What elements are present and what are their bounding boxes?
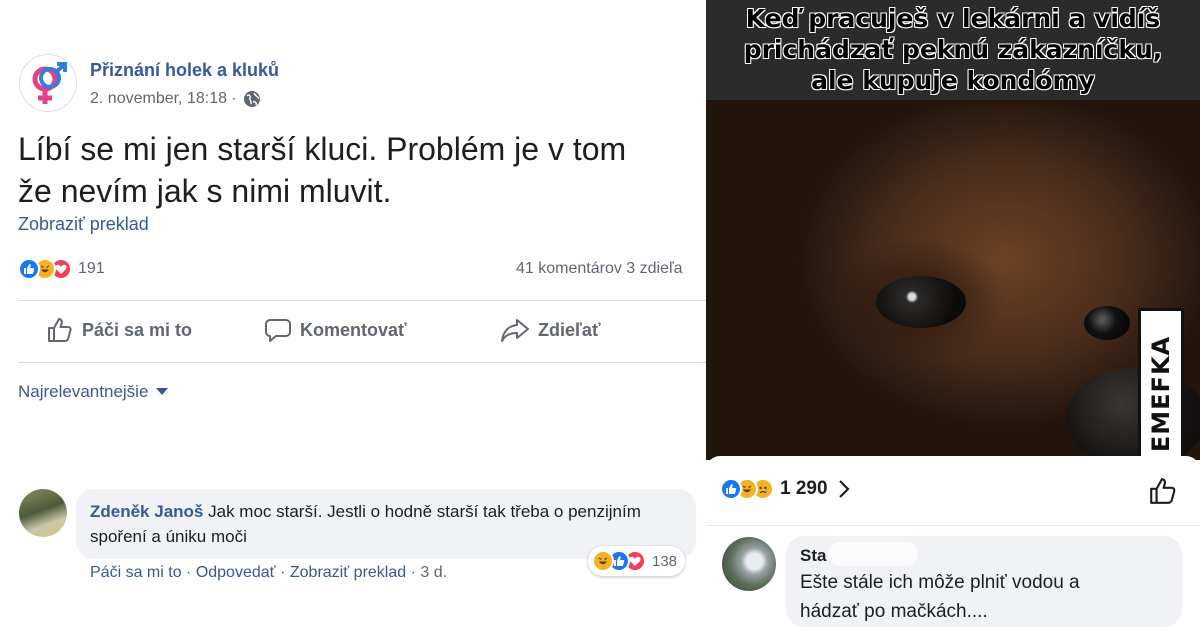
meme-reactions-count: 1 290 (780, 478, 828, 499)
comment-icon (265, 319, 291, 342)
meme-reactions[interactable]: 1 290 (720, 478, 850, 500)
post-text: Líbí se mi jen starší kluci. Problém je … (18, 128, 706, 212)
chevron-right-icon[interactable] (838, 479, 850, 499)
like-reaction-icon (18, 258, 40, 280)
like-button-label: Páči sa mi to (82, 319, 193, 340)
dog-eye (876, 276, 966, 328)
meme-caption-line: prichádzať peknú zákazníčku, (743, 35, 1163, 64)
haha-reaction-icon (592, 550, 614, 572)
comment-button[interactable]: Komentovať (264, 316, 407, 344)
meme-caption-line: ale kupuje kondómy (811, 66, 1095, 95)
share-button[interactable]: Zdieľať (500, 316, 601, 344)
post-reactions[interactable]: 191 (18, 258, 105, 280)
comment-translate-link[interactable]: Zobraziť preklad (290, 564, 406, 581)
globe-icon (243, 91, 260, 107)
see-translation-link[interactable]: Zobraziť preklad (18, 214, 149, 235)
reply-text-line: hádzať po mačkách.... (800, 601, 988, 622)
comment-button-label: Komentovať (300, 319, 407, 340)
watermark-text: EMEFKA (1147, 335, 1175, 453)
reply-bubble: Sta Ešte stále ich môže plniť vodou a há… (786, 536, 1182, 627)
comment-reactions-count: 138 (652, 552, 678, 570)
page-avatar[interactable] (19, 54, 77, 112)
comment-author[interactable]: Zdeněk Janoš (90, 502, 203, 521)
post-actions: Páči sa mi to Komentovať Zdieľať (0, 316, 706, 346)
comment-sort-label: Najrelevantnejšie (18, 382, 149, 401)
separator: · (181, 564, 196, 581)
meme-dog-photo[interactable]: EMEFKA (706, 100, 1200, 460)
reactions-count: 191 (78, 260, 105, 277)
emefka-watermark-logo: EMEFKA (1138, 308, 1184, 460)
meme-panel: Keď pracuješ v lekárni a vidíš prichádza… (706, 0, 1200, 627)
reply-text: Ešte stále ich môže plniť vodou a hádzať… (800, 568, 1168, 626)
redacted-name-blur (828, 542, 918, 566)
like-reaction-icon (720, 478, 742, 500)
share-button-label: Zdieľať (538, 319, 601, 340)
comment-sort-dropdown[interactable]: Najrelevantnejšie (18, 382, 169, 402)
dog-eye (1084, 306, 1130, 340)
thumbs-up-icon[interactable] (1148, 476, 1178, 506)
meme-caption: Keď pracuješ v lekárni a vidíš prichádza… (706, 3, 1200, 96)
post-text-line: že nevím jak s nimi mluvit. (18, 173, 392, 209)
post-text-line: Líbí se mi jen starší kluci. Problém je … (18, 131, 627, 167)
comment-reactions[interactable]: 138 (588, 546, 686, 576)
post-meta: 2. november, 18:18 · (90, 90, 261, 108)
separator: · (406, 564, 421, 581)
replier-avatar[interactable] (722, 537, 776, 591)
comment-reply-link[interactable]: Odpovedať (196, 564, 276, 581)
divider (18, 362, 706, 363)
meme-caption-line: Keď pracuješ v lekárni a vidíš (745, 4, 1161, 33)
post-date[interactable]: 2. november, 18:18 · (90, 90, 237, 108)
commenter-avatar[interactable] (19, 489, 67, 537)
comment-actions: Páči sa mi to · Odpovedať · Zobraziť pre… (90, 564, 447, 582)
page-name[interactable]: Přiznání holek a kluků (90, 60, 279, 81)
divider (18, 300, 706, 301)
facebook-post: Přiznání holek a kluků 2. november, 18:1… (0, 0, 706, 627)
share-arrow-icon (501, 319, 529, 342)
thumbs-up-icon (48, 318, 72, 342)
gender-symbol-icon (32, 62, 67, 104)
comment-time[interactable]: 3 d. (420, 564, 447, 581)
comments-shares-count[interactable]: 41 komentárov 3 zdieľa (516, 260, 683, 278)
like-button[interactable]: Páči sa mi to (46, 316, 192, 344)
caret-down-icon (156, 388, 169, 395)
comment-like-link[interactable]: Páči sa mi to (90, 564, 182, 581)
reply-text-line: Ešte stále ich môže plniť vodou a (800, 572, 1080, 593)
divider (706, 525, 1200, 526)
separator: · (275, 564, 290, 581)
